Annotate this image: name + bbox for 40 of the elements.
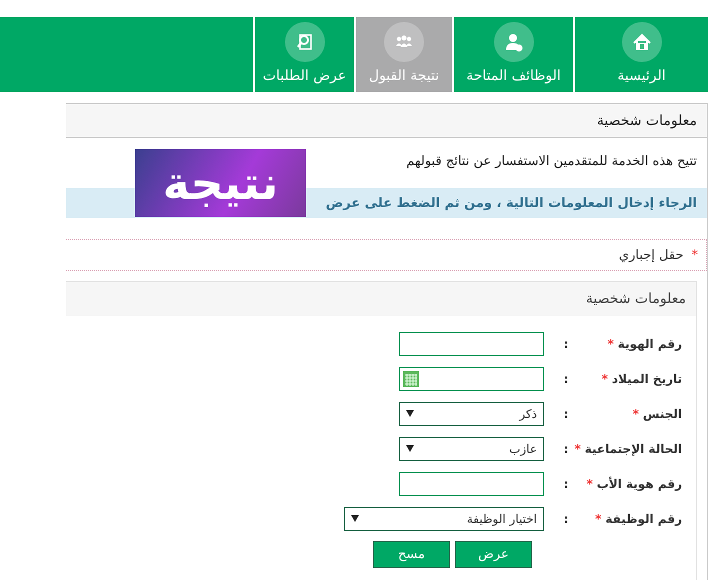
field-label: رقم الوظيفة bbox=[605, 512, 682, 526]
select-field[interactable]: عازب bbox=[399, 436, 544, 460]
required-mark: * bbox=[574, 442, 581, 456]
form-title: معلومات شخصية bbox=[66, 282, 696, 316]
form-button[interactable]: مسح bbox=[373, 541, 450, 568]
dropdown-arrow-icon bbox=[406, 410, 414, 417]
field-label: الجنس bbox=[642, 406, 682, 420]
date-field[interactable] bbox=[399, 366, 544, 390]
colon: : bbox=[562, 442, 570, 456]
nav-tab[interactable]: الرئيسية bbox=[573, 17, 708, 92]
panel-title: معلومات شخصية bbox=[66, 104, 707, 138]
colon: : bbox=[562, 372, 570, 386]
nav-tab[interactable]: الوظائف المتاحة bbox=[452, 17, 573, 92]
text-field[interactable] bbox=[399, 472, 544, 496]
form-button[interactable]: عرض bbox=[455, 541, 532, 568]
field-label: رقم الهوية bbox=[618, 336, 682, 350]
required-mark: * bbox=[586, 476, 593, 490]
select-field[interactable]: ذكر bbox=[399, 402, 544, 426]
colon: : bbox=[562, 336, 570, 350]
nav-tab[interactable]: عرض الطلبات bbox=[253, 17, 354, 92]
select-field[interactable]: اختيار الوظيفة bbox=[344, 506, 544, 530]
colon: : bbox=[562, 476, 570, 490]
logo: نتيجة bbox=[135, 149, 306, 217]
field-label: الحالة الإجتماعية bbox=[584, 442, 682, 456]
colon: : bbox=[562, 406, 570, 420]
calendar-icon[interactable] bbox=[403, 370, 419, 386]
required-mark: * bbox=[692, 248, 698, 262]
field-label: رقم هوية الأب bbox=[596, 476, 682, 490]
nav-tab[interactable]: نتيجة القبول bbox=[354, 17, 452, 92]
required-mark: * bbox=[608, 336, 614, 350]
required-mark: * bbox=[595, 512, 602, 526]
dropdown-arrow-icon bbox=[406, 445, 414, 452]
required-note: حقل إجباري bbox=[618, 248, 684, 262]
colon: : bbox=[562, 512, 570, 526]
required-mark: * bbox=[602, 372, 608, 386]
intro-text: تتيح هذه الخدمة للمتقدمين الاستفسار عن نتائج قبولهم bbox=[405, 153, 698, 171]
required-mark: * bbox=[632, 406, 639, 420]
dropdown-arrow-icon bbox=[351, 515, 359, 522]
field-label: تاريخ الميلاد bbox=[612, 372, 682, 386]
text-field[interactable] bbox=[399, 332, 544, 356]
